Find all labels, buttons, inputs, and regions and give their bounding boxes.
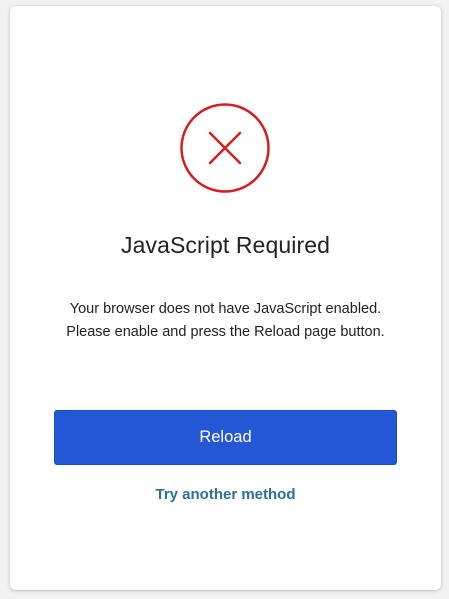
dialog-card: JavaScript Required Your browser does no… (10, 6, 441, 590)
error-x-circle-icon (180, 103, 270, 193)
dialog-message: Your browser does not have JavaScript en… (66, 301, 385, 340)
reload-button[interactable]: Reload (54, 410, 397, 465)
dialog-title: JavaScript Required (120, 232, 330, 258)
try-another-method-link[interactable]: Try another method (10, 486, 441, 503)
